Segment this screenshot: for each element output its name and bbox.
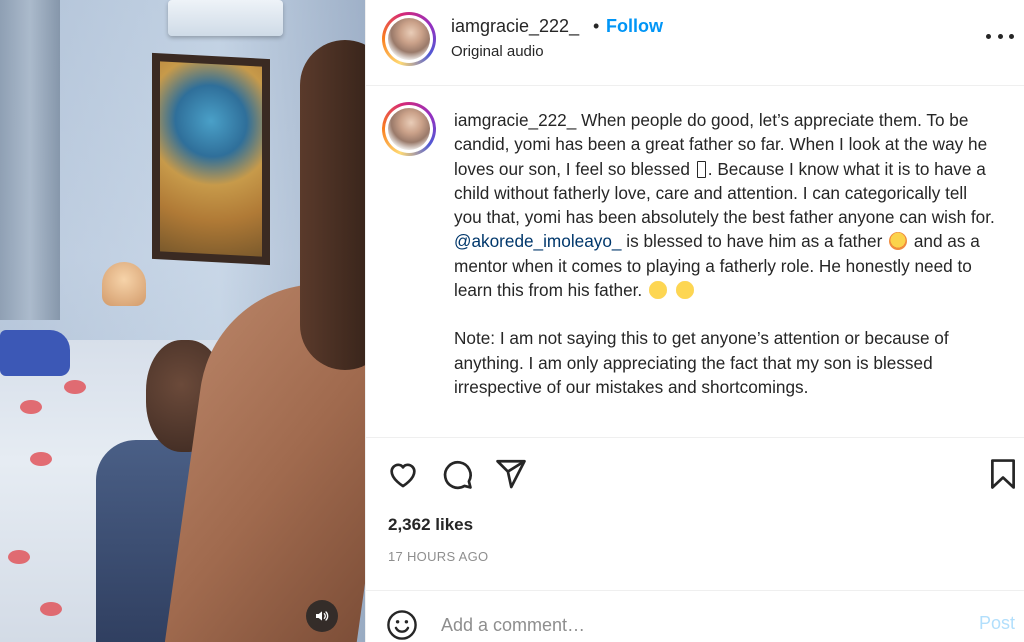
caption-avatar[interactable] xyxy=(382,102,436,156)
smiling-face-with-hearts-emoji-icon xyxy=(889,232,908,251)
smiley-icon[interactable] xyxy=(386,609,418,641)
header-username[interactable]: iamgracie_222_ xyxy=(451,16,579,37)
missing-glyph-emoji-icon xyxy=(696,160,706,178)
post-header: iamgracie_222_ • Follow Original audio xyxy=(366,0,1024,86)
avatar[interactable] xyxy=(382,12,436,66)
video-air-conditioner xyxy=(168,0,283,36)
caption-username[interactable]: iamgracie_222_ xyxy=(454,110,576,130)
profile-picture xyxy=(388,18,430,60)
video-lamp xyxy=(102,262,146,306)
audio-label[interactable]: Original audio xyxy=(451,43,544,60)
video-curtain xyxy=(0,0,60,320)
mute-button[interactable] xyxy=(306,600,338,632)
smiling-face-emoji-icon xyxy=(675,281,694,300)
comment-input[interactable] xyxy=(441,611,961,639)
paper-plane-icon[interactable] xyxy=(494,457,528,491)
heart-icon[interactable] xyxy=(386,457,420,491)
video-wall-painting xyxy=(152,52,270,266)
video-adult-shoulder xyxy=(300,40,365,370)
post-timestamp[interactable]: 17 HOURS AGO xyxy=(388,549,488,564)
bookmark-icon[interactable] xyxy=(986,457,1020,491)
post-video[interactable] xyxy=(0,0,365,642)
comment-icon[interactable] xyxy=(440,457,474,491)
caption-text-3: is blessed to have him as a father xyxy=(626,231,883,252)
comment-bar: Post xyxy=(366,590,1024,642)
post-caption: iamgracie_222_ When people do good, let’… xyxy=(454,108,999,399)
likes-count[interactable]: 2,362 likes xyxy=(388,515,473,535)
caption-mention-link[interactable]: @akorede_imoleayo_ xyxy=(454,231,621,251)
more-options-icon[interactable] xyxy=(986,24,1014,48)
caption-section: iamgracie_222_ When people do good, let’… xyxy=(366,86,1024,438)
post-comment-button[interactable]: Post xyxy=(979,613,1015,634)
header-separator: • xyxy=(593,16,600,36)
smiling-face-emoji-icon xyxy=(648,281,667,300)
post-side-panel: iamgracie_222_ • Follow Original audio i… xyxy=(365,0,1024,642)
follow-button[interactable]: Follow xyxy=(606,16,663,37)
caption-profile-picture xyxy=(388,108,430,150)
caption-note: Note: I am not saying this to get anyone… xyxy=(454,328,949,397)
speaker-icon xyxy=(316,611,329,621)
video-pillow xyxy=(0,330,70,376)
post-actions xyxy=(366,438,1024,508)
